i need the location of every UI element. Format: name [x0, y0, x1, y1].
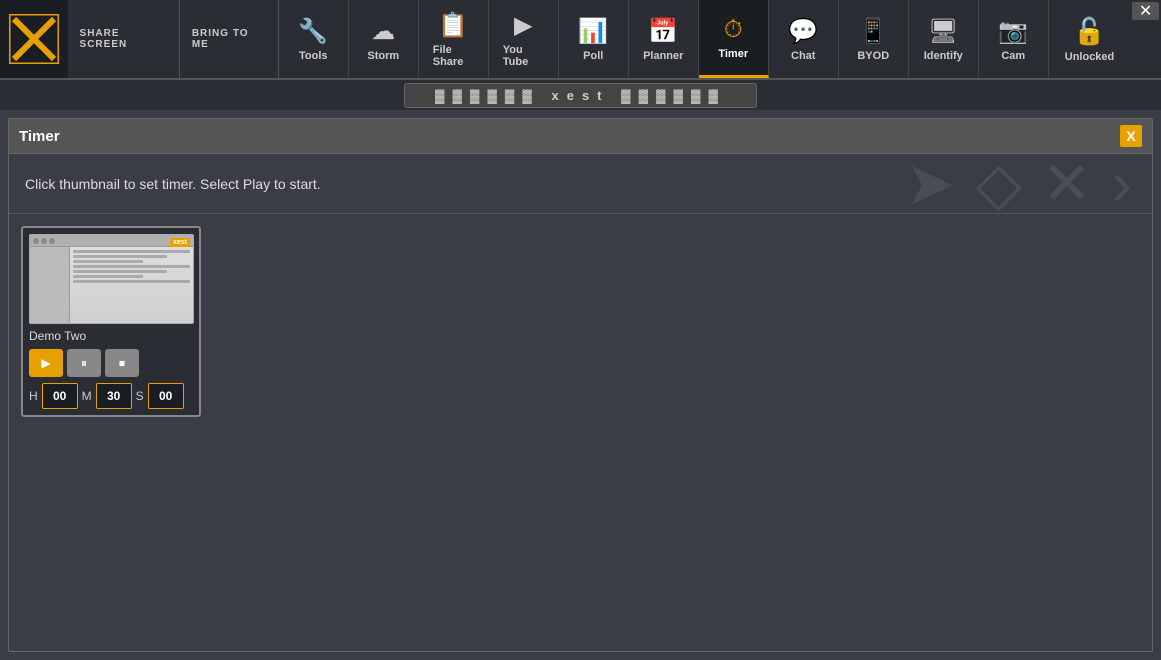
bg-decoration: ➤ ◇ ✕ ›	[905, 149, 1132, 219]
bg-chevron-icon: ›	[1112, 149, 1132, 219]
nav-item-planner[interactable]: 📅 Planner	[629, 0, 699, 78]
timer-panel-title: Timer	[19, 128, 60, 145]
logo-area	[0, 0, 68, 78]
timer-panel: Timer X Click thumbnail to set timer. Se…	[8, 118, 1153, 652]
minutes-label: M	[82, 389, 92, 403]
timer-close-button[interactable]: X	[1120, 125, 1142, 147]
bg-arrow-icon: ➤	[905, 149, 955, 219]
minutes-input[interactable]	[96, 383, 132, 409]
fake-line	[73, 265, 190, 268]
planner-icon: 📅	[648, 17, 678, 46]
fake-screen-body	[30, 247, 193, 323]
bg-diamond-icon: ◇	[976, 149, 1022, 219]
bring-to-me-button[interactable]: BRING TO ME	[180, 0, 279, 78]
thumbnail-card-demo-two[interactable]: xest Demo Two ▶ ⏸ ⏹ H M S	[21, 226, 201, 417]
nav-item-tools[interactable]: 🔧 Tools	[279, 0, 349, 78]
fake-dot-1	[33, 238, 39, 244]
main-content: Timer X Click thumbnail to set timer. Se…	[8, 118, 1153, 652]
xest-bar: ▓▓▓▓▓▓ xest ▓▓▓▓▓▓	[0, 80, 1161, 110]
window-close-button[interactable]: ✕	[1132, 2, 1159, 20]
nav-item-identify[interactable]: 🖥 Identify	[909, 0, 979, 78]
fake-dot-3	[49, 238, 55, 244]
stop-button[interactable]: ⏹	[105, 349, 139, 377]
nav-items: 🔧 Tools ☁ Storm 📋 File Share ▶ You Tube …	[279, 0, 1049, 78]
storm-icon: ☁	[371, 17, 395, 46]
fake-line	[73, 275, 143, 278]
nav-item-youtube[interactable]: ▶ You Tube	[489, 0, 559, 78]
nav-item-chat[interactable]: 💬 Chat	[769, 0, 839, 78]
cam-icon: 📷	[998, 17, 1028, 46]
play-button[interactable]: ▶	[29, 349, 63, 377]
fake-line	[73, 280, 190, 283]
identify-icon: 🖥	[928, 17, 958, 46]
logo-icon	[9, 14, 59, 64]
share-screen-button[interactable]: SHARE SCREEN	[68, 0, 180, 78]
nav-item-byod[interactable]: 📱 BYOD	[839, 0, 909, 78]
thumbnail-xest-badge: xest	[170, 238, 190, 247]
fake-screen-header	[30, 235, 193, 247]
tools-icon: 🔧	[298, 17, 328, 46]
timer-icon: ⏱	[724, 16, 743, 44]
bg-x-icon: ✕	[1042, 149, 1092, 219]
seconds-label: S	[136, 389, 144, 403]
xest-label: ▓▓▓▓▓▓ xest ▓▓▓▓▓▓	[404, 83, 757, 108]
unlock-button[interactable]: 🔓 Unlocked	[1049, 0, 1131, 78]
nav-item-fileshare[interactable]: 📋 File Share	[419, 0, 489, 78]
poll-icon: 📊	[578, 17, 608, 46]
hours-label: H	[29, 389, 38, 403]
nav-item-timer[interactable]: ⏱ Timer	[699, 0, 769, 78]
fake-line	[73, 255, 167, 258]
unlock-icon: 🔓	[1073, 16, 1105, 47]
thumbnails-area: xest Demo Two ▶ ⏸ ⏹ H M S	[9, 214, 1152, 429]
fake-line	[73, 270, 167, 273]
timer-controls: ▶ ⏸ ⏹	[29, 349, 193, 377]
nav-item-cam[interactable]: 📷 Cam	[979, 0, 1049, 78]
timer-instruction-text: Click thumbnail to set timer. Select Pla…	[25, 176, 321, 192]
nav-item-poll[interactable]: 📊 Poll	[559, 0, 629, 78]
timer-instructions: Click thumbnail to set timer. Select Pla…	[9, 154, 1152, 214]
fake-sidebar	[30, 247, 70, 323]
seconds-input[interactable]	[148, 383, 184, 409]
youtube-icon: ▶	[514, 11, 532, 40]
time-inputs: H M S	[29, 383, 193, 409]
fake-dot-2	[41, 238, 47, 244]
pause-button[interactable]: ⏸	[67, 349, 101, 377]
chat-icon: 💬	[788, 17, 818, 46]
fileshare-icon: 📋	[438, 11, 468, 40]
hours-input[interactable]	[42, 383, 78, 409]
fake-screen	[30, 235, 193, 323]
fake-content	[70, 247, 193, 323]
byod-icon: 📱	[858, 17, 888, 46]
thumbnail-name: Demo Two	[29, 329, 193, 343]
fake-line	[73, 250, 190, 253]
nav-item-storm[interactable]: ☁ Storm	[349, 0, 419, 78]
thumbnail-image: xest	[29, 234, 194, 324]
top-bar: SHARE SCREEN BRING TO ME 🔧 Tools ☁ Storm…	[0, 0, 1161, 80]
fake-line	[73, 260, 143, 263]
